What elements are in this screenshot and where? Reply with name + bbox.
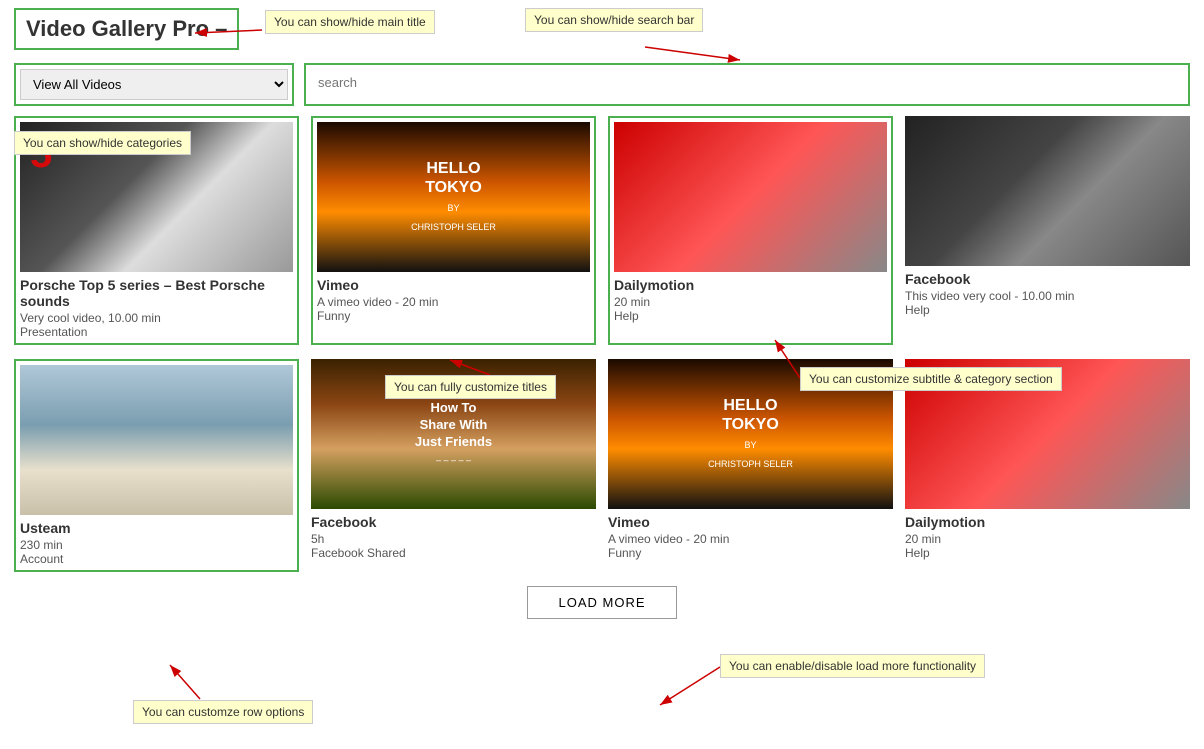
- category-select[interactable]: View All Videos: [20, 69, 288, 100]
- app-title: Video Gallery Pro –: [26, 16, 227, 41]
- video-subtitle-8: 20 min: [905, 532, 1190, 546]
- video-subtitle-5: 230 min: [20, 538, 293, 552]
- load-more-button[interactable]: LOAD MORE: [527, 586, 676, 619]
- video-subtitle-7: A vimeo video - 20 min: [608, 532, 893, 546]
- video-subtitle-6: 5h: [311, 532, 596, 546]
- video-title-7: Vimeo: [608, 514, 893, 530]
- video-title-1: Porsche Top 5 series – Best Porsche soun…: [20, 277, 293, 309]
- video-card-facebook[interactable]: Facebook This video very cool - 10.00 mi…: [905, 116, 1190, 345]
- video-category-1: Presentation: [20, 325, 293, 339]
- video-card-usteam[interactable]: Usteam 230 min Account: [14, 359, 299, 572]
- video-card-dailymotion[interactable]: Dailymotion 20 min Help: [608, 116, 893, 345]
- tooltip-customize-titles: You can fully customize titles: [385, 375, 556, 399]
- video-subtitle-3: 20 min: [614, 295, 887, 309]
- video-title-3: Dailymotion: [614, 277, 887, 293]
- video-category-4: Help: [905, 303, 1190, 317]
- video-title-6: Facebook: [311, 514, 596, 530]
- video-category-2: Funny: [317, 309, 590, 323]
- video-title-8: Dailymotion: [905, 514, 1190, 530]
- video-subtitle-1: Very cool video, 10.00 min: [20, 311, 293, 325]
- video-subtitle-2: A vimeo video - 20 min: [317, 295, 590, 309]
- category-select-wrapper: View All Videos: [14, 63, 294, 106]
- video-category-6: Facebook Shared: [311, 546, 596, 560]
- video-thumb-facebook: [905, 116, 1190, 266]
- video-category-7: Funny: [608, 546, 893, 560]
- tooltip-categories: You can show/hide categories: [14, 131, 191, 155]
- tooltip-row-options: You can customze row options: [133, 700, 313, 724]
- search-input[interactable]: [310, 69, 1184, 96]
- video-thumb-usteam: [20, 365, 293, 515]
- video-title-2: Vimeo: [317, 277, 590, 293]
- tooltip-subtitle-category: You can customize subtitle & category se…: [800, 367, 1062, 391]
- load-more-section: LOAD MORE: [14, 586, 1190, 619]
- tooltip-search-bar: You can show/hide search bar: [525, 8, 703, 32]
- video-title-5: Usteam: [20, 520, 293, 536]
- top-controls: View All Videos: [14, 63, 1190, 106]
- video-category-8: Help: [905, 546, 1190, 560]
- video-card-vimeo[interactable]: HELLOTOKYOBYCHRISTOPH SELER Vimeo A vime…: [311, 116, 596, 345]
- video-thumb-dailymotion: [614, 122, 887, 272]
- header-wrapper: Video Gallery Pro –: [14, 8, 239, 50]
- search-wrapper: [304, 63, 1190, 106]
- video-thumb-vimeo: HELLOTOKYOBYCHRISTOPH SELER: [317, 122, 590, 272]
- tooltip-main-title: You can show/hide main title: [265, 10, 435, 34]
- video-category-5: Account: [20, 552, 293, 566]
- video-title-4: Facebook: [905, 271, 1190, 287]
- video-subtitle-4: This video very cool - 10.00 min: [905, 289, 1190, 303]
- tooltip-load-more: You can enable/disable load more functio…: [720, 654, 985, 678]
- video-category-3: Help: [614, 309, 887, 323]
